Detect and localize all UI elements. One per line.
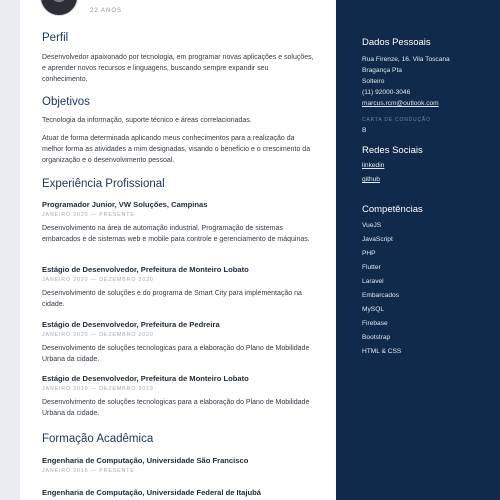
job-description: Desenvolvimento de soluções e do program…	[42, 290, 302, 308]
resume-page: 22 ANOS Perfil Desenvolvedor apaixonado …	[20, 0, 500, 500]
job-description: Desenvolvimento de soluções tecnologicas…	[42, 399, 310, 417]
objetivos-line: Tecnologia da informação, suporte técnic…	[42, 117, 252, 124]
job-description: Desenvolvimento na área de automação ind…	[42, 225, 310, 243]
job-date: JANEIRO 2020 — DEZEMBRO 2020	[42, 332, 154, 338]
section-title-experiencia: Experiência Profissional	[42, 178, 165, 190]
section-title-perfil: Perfil	[42, 32, 69, 44]
address-line-2: Bragança Pta	[362, 67, 402, 74]
cnh-label: CARTA DE CONDUÇÃO	[362, 117, 431, 123]
perfil-text: Desenvolvedor apaixonado por tecnologia,…	[42, 54, 314, 83]
marital-status: Solteiro	[362, 78, 385, 85]
education-title: Engenharia de Computação, Universidade S…	[42, 456, 249, 465]
section-title-objetivos: Objetivos	[42, 96, 90, 108]
sidebar-title-redes: Redes Sociais	[362, 145, 423, 156]
job-description: Desenvolvimento de soluções tecnologicas…	[42, 345, 310, 363]
job-date: JANEIRO 2020 — PRESENTE	[42, 212, 135, 218]
objetivos-text: Atuar de forma determinada aplicando meu…	[42, 135, 311, 164]
cnh-value: B	[362, 127, 367, 134]
skill-item: Firebase	[362, 320, 388, 327]
section-title-formacao: Formação Acadêmica	[42, 433, 154, 445]
sidebar-title-dados: Dados Pessoais	[362, 37, 431, 48]
main-column: 22 ANOS Perfil Desenvolvedor apaixonado …	[20, 0, 336, 500]
sidebar-title-competencias: Competências	[362, 204, 423, 215]
email-link[interactable]: marcus.rcm@outlook.com	[362, 98, 439, 109]
skill-item: MySQL	[362, 306, 384, 313]
sidebar: Dados Pessoais Rua Firenze, 16. Vila Tos…	[336, 0, 500, 500]
skill-item: JavaScript	[362, 236, 393, 243]
skill-item: PHP	[362, 250, 376, 257]
skill-item: HTML & CSS	[362, 348, 402, 355]
avatar	[40, 0, 78, 16]
job-title: Estágio de Desenvolvedor, Prefeitura de …	[42, 265, 249, 274]
job-date: JANEIRO 2020 — DEZEMBRO 2020	[42, 277, 154, 283]
address-line-1: Rua Firenze, 16. Vila Toscana	[362, 56, 450, 63]
age-label: 22 ANOS	[90, 8, 123, 14]
skill-item: Bootstrap	[362, 334, 391, 341]
skill-item: Flutter	[362, 264, 381, 271]
education-title: Engenharia de Computação, Universidade F…	[42, 488, 262, 497]
education-date: JANEIRO 2016 — PRESENTE	[42, 468, 135, 474]
job-title: Programador Junior, VW Soluções, Campina…	[42, 200, 208, 209]
job-title: Estágio de Desenvolvedor, Prefeitura de …	[42, 374, 249, 383]
job-date: JANEIRO 2019 — DEZEMBRO 2019	[42, 386, 154, 392]
job-title: Estágio de Desenvolvedor, Prefeitura de …	[42, 320, 220, 329]
skill-item: VueJS	[362, 222, 382, 229]
skill-item: Laravel	[362, 278, 384, 285]
linkedin-link[interactable]: linkedin	[362, 160, 384, 171]
phone-number: (11) 92000-3046	[362, 89, 411, 96]
github-link[interactable]: github	[362, 174, 380, 185]
skill-item: Embarcados	[362, 292, 400, 299]
